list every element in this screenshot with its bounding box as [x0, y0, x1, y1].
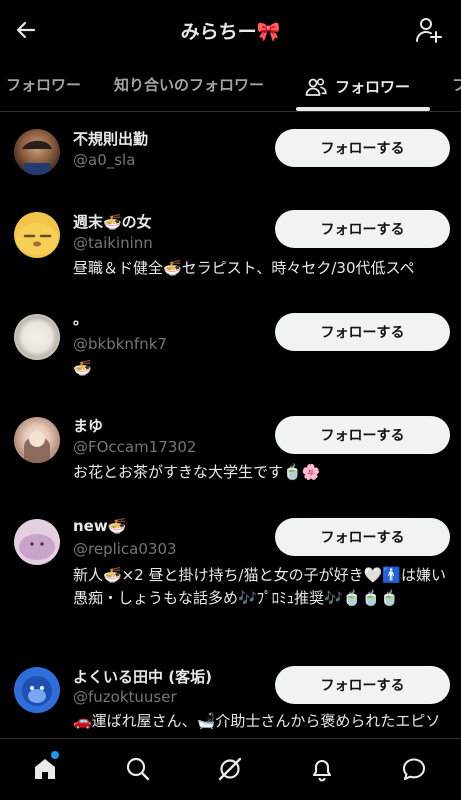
notification-dot — [51, 751, 59, 759]
search-icon — [126, 757, 150, 781]
nav-notifications[interactable] — [306, 753, 338, 785]
list-item[interactable]: 。 @bkbknfnk7 🍜 フォローする — [0, 310, 461, 384]
tab-followers[interactable]: フォロワー — [305, 62, 410, 112]
user-handle: @bkbknfnk7 — [73, 335, 167, 353]
grok-icon — [218, 757, 242, 781]
nav-grok[interactable] — [214, 753, 246, 785]
follow-button[interactable]: フォローする — [275, 313, 450, 351]
list-item[interactable]: new🍜 @replica0303 新人🍜×2 昼と掛け持ち/猫と女の子が好き🤍… — [0, 517, 461, 635]
follow-button[interactable]: フォローする — [275, 210, 450, 248]
avatar[interactable] — [14, 417, 60, 463]
user-name: new🍜 — [73, 517, 127, 535]
follow-button[interactable]: フォローする — [275, 416, 450, 454]
user-handle: @FOccam17302 — [73, 438, 197, 456]
user-name: 。 — [73, 310, 89, 328]
user-handle: @replica0303 — [73, 540, 177, 558]
avatar[interactable] — [14, 129, 60, 175]
bell-icon — [312, 759, 332, 782]
user-bio: 🚗運ばれ屋さん、🛁介助士さんから褒められたエピソード — [73, 712, 441, 738]
home-icon — [35, 759, 55, 779]
avatar[interactable] — [14, 212, 60, 258]
divider — [0, 111, 461, 112]
list-item[interactable]: まゆ @FOccam17302 お花とお茶がすきな大学生です🍵🌸 フォローする — [0, 415, 461, 487]
add-user-button[interactable] — [413, 14, 445, 46]
tab-mutual-followers[interactable]: 知り合いのフォロワー — [114, 62, 264, 112]
tab-following-partial[interactable]: フ — [452, 62, 461, 112]
follow-button[interactable]: フォローする — [275, 666, 450, 704]
avatar[interactable] — [14, 519, 60, 565]
follow-button[interactable]: フォローする — [275, 518, 450, 556]
list-item[interactable]: よくいる田中 (客垢) @fuzoktuuser 🚗運ばれ屋さん、🛁介助士さんか… — [0, 664, 461, 738]
people-icon — [305, 78, 327, 96]
user-handle: @taikininn — [73, 234, 153, 252]
top-bar: みらちー🎀 — [0, 0, 461, 62]
tab-followers-label: フォロワー — [335, 78, 411, 96]
add-user-icon — [416, 18, 442, 43]
user-name: 週末🍜の女 — [73, 213, 152, 231]
tab-followers-partial[interactable]: フォロワー — [6, 62, 81, 112]
page-title: みらちー🎀 — [180, 21, 281, 43]
avatar[interactable] — [14, 314, 60, 360]
nav-search[interactable] — [122, 753, 154, 785]
list-item[interactable]: 週末🍜の女 @taikininn 昼職＆ド健全🍜セラピスト、時々セク/30代低ス… — [0, 209, 461, 285]
user-name: 不規則出勤 — [73, 130, 149, 148]
user-bio: 昼職＆ド健全🍜セラピスト、時々セク/30代低スペ — [73, 259, 415, 277]
user-bio: お花とお茶がすきな大学生です🍵🌸 — [73, 463, 321, 481]
user-bio: 🍜 — [73, 359, 92, 377]
user-name: よくいる田中 (客垢) — [73, 668, 212, 686]
follow-button[interactable]: フォローする — [275, 129, 450, 167]
user-handle: @fuzoktuuser — [73, 688, 177, 706]
messages-icon — [402, 758, 426, 781]
avatar[interactable] — [14, 667, 60, 713]
nav-messages[interactable] — [398, 753, 430, 785]
tab-bar: フォロワー 知り合いのフォロワー フォロワー フ — [0, 62, 461, 112]
bottom-navigation — [0, 738, 461, 800]
user-bio: 新人🍜×2 昼と掛け持ち/猫と女の子が好き🤍🚹は嫌い愚痴・しょうもな話多め🎶ﾌﾟ… — [73, 566, 446, 607]
user-handle: @a0_sla — [73, 151, 136, 169]
list-item[interactable]: 不規則出勤 @a0_sla フォローする — [0, 126, 461, 196]
user-name: まゆ — [73, 417, 104, 435]
